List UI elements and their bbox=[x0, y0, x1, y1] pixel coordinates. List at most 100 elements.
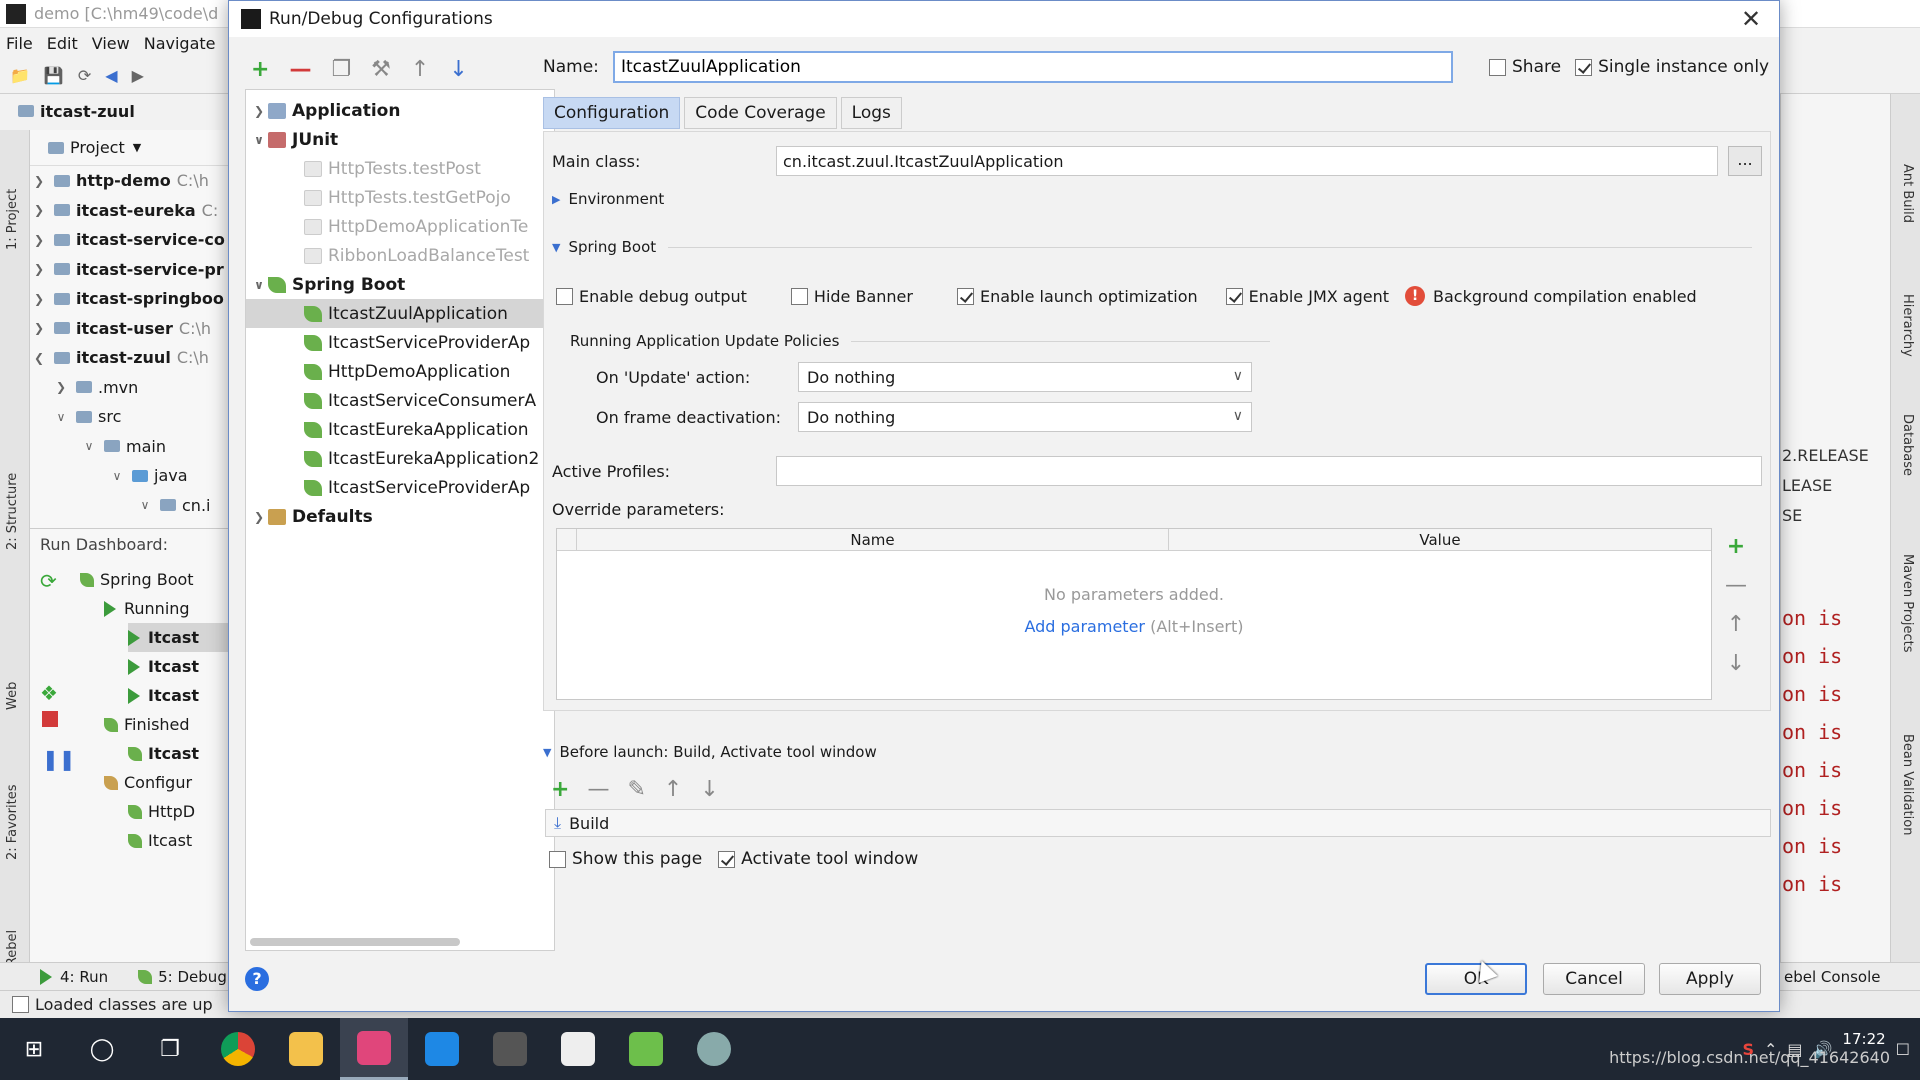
environment-section[interactable]: ▶ Environment bbox=[552, 190, 1752, 208]
copy-config-icon[interactable]: ❐ bbox=[331, 57, 351, 82]
debug-icon[interactable]: ❖ bbox=[40, 681, 58, 705]
single-instance-checkbox[interactable]: Single instance only bbox=[1575, 57, 1769, 77]
back-icon[interactable]: ◀ bbox=[105, 66, 117, 85]
taskbar-app[interactable] bbox=[680, 1018, 748, 1080]
apply-button[interactable]: Apply bbox=[1659, 963, 1761, 995]
column-header-name[interactable]: Name bbox=[577, 529, 1169, 550]
remove-config-icon[interactable]: — bbox=[289, 57, 311, 82]
project-item[interactable]: ❯ itcast-user C:\h bbox=[30, 314, 230, 344]
close-icon[interactable]: ✕ bbox=[1737, 5, 1765, 33]
spring-boot-section[interactable]: ▼ Spring Boot bbox=[552, 238, 1752, 256]
help-icon[interactable]: ? bbox=[245, 967, 269, 991]
tree-horizontal-scrollbar[interactable] bbox=[250, 938, 460, 946]
enable-launch-optimization-checkbox[interactable]: Enable launch optimization bbox=[956, 287, 1198, 306]
forward-icon[interactable]: ▶ bbox=[132, 66, 144, 85]
main-class-input[interactable]: cn.itcast.zuul.ItcastZuulApplication bbox=[776, 146, 1718, 176]
task-view-button[interactable]: ❐ bbox=[136, 1018, 204, 1080]
taskbar-chrome[interactable] bbox=[204, 1018, 272, 1080]
tree-node-config[interactable]: ItcastServiceProviderAp bbox=[304, 328, 530, 357]
tree-node-test[interactable]: RibbonLoadBalanceTest bbox=[304, 241, 529, 270]
add-parameter-link[interactable]: Add parameter bbox=[1024, 617, 1145, 636]
debug-tab[interactable]: 5: Debug bbox=[138, 968, 227, 986]
browse-main-class-button[interactable]: ... bbox=[1728, 146, 1762, 176]
run-dashboard-item[interactable]: Itcast bbox=[128, 739, 199, 768]
notification-icon[interactable]: ☐ bbox=[1896, 1040, 1910, 1059]
active-profiles-input[interactable] bbox=[776, 456, 1762, 486]
save-icon[interactable]: 💾 bbox=[44, 66, 64, 85]
run-dashboard-item[interactable]: Itcast bbox=[128, 652, 199, 681]
tree-node-application[interactable]: ❯ Application bbox=[250, 96, 400, 125]
tab-logs[interactable]: Logs bbox=[840, 97, 902, 129]
taskbar-app[interactable] bbox=[476, 1018, 544, 1080]
tree-node-config[interactable]: ItcastServiceProviderAp bbox=[304, 473, 530, 502]
tool-window-hierarchy[interactable]: Hierarchy bbox=[1900, 294, 1915, 357]
before-launch-section[interactable]: ▼ Before launch: Build, Activate tool wi… bbox=[543, 743, 877, 761]
start-button[interactable]: ⊞ bbox=[0, 1018, 68, 1080]
run-dashboard-item[interactable]: Running bbox=[104, 594, 190, 623]
rerun-icon[interactable]: ⟳ bbox=[40, 569, 57, 593]
menu-file[interactable]: File bbox=[6, 34, 33, 53]
tree-node-config[interactable]: HttpDemoApplication bbox=[304, 357, 510, 386]
add-task-icon[interactable]: + bbox=[551, 777, 569, 802]
name-input[interactable] bbox=[613, 51, 1453, 83]
remove-parameter-icon[interactable]: — bbox=[1725, 573, 1747, 598]
project-item[interactable]: ∨ main bbox=[30, 432, 230, 462]
tool-window-bean-validation[interactable]: Bean Validation bbox=[1900, 734, 1915, 835]
move-down-icon[interactable]: ↓ bbox=[700, 777, 718, 802]
project-item[interactable]: ∨ java bbox=[30, 461, 230, 491]
project-item[interactable]: ❯ http-demo C:\h bbox=[30, 166, 230, 196]
taskbar-intellij[interactable] bbox=[340, 1018, 408, 1080]
jrebel-console-tab[interactable]: ebel Console bbox=[1784, 968, 1880, 986]
tree-node-test[interactable]: HttpTests.testGetPojo bbox=[304, 183, 511, 212]
run-dashboard-item[interactable]: Itcast bbox=[128, 623, 230, 652]
on-update-select[interactable]: Do nothing ∨ bbox=[798, 362, 1252, 392]
run-dashboard-item[interactable]: Configur bbox=[104, 768, 192, 797]
tree-node-selected-config[interactable]: ItcastZuulApplication bbox=[246, 299, 554, 328]
column-header-value[interactable]: Value bbox=[1169, 529, 1711, 550]
open-folder-icon[interactable]: 📁 bbox=[10, 66, 30, 85]
taskbar-app[interactable] bbox=[612, 1018, 680, 1080]
cancel-button[interactable]: Cancel bbox=[1543, 963, 1645, 995]
on-frame-deactivation-select[interactable]: Do nothing ∨ bbox=[798, 402, 1252, 432]
project-item[interactable]: ∨ cn.i bbox=[30, 491, 230, 521]
tool-window-project[interactable]: 1: Project bbox=[5, 189, 20, 250]
add-config-icon[interactable]: + bbox=[251, 57, 269, 82]
sync-icon[interactable]: ⟳ bbox=[78, 66, 91, 85]
search-button[interactable]: ◯ bbox=[68, 1018, 136, 1080]
project-item[interactable]: ❯ itcast-service-pr bbox=[30, 255, 230, 285]
taskbar-app[interactable] bbox=[408, 1018, 476, 1080]
tool-window-web[interactable]: Web bbox=[5, 682, 20, 710]
breadcrumb[interactable]: itcast-zuul bbox=[0, 96, 240, 126]
menu-view[interactable]: View bbox=[92, 34, 130, 53]
tree-node-config[interactable]: ItcastServiceConsumerA bbox=[304, 386, 536, 415]
status-toggle-icon[interactable] bbox=[12, 996, 29, 1013]
move-down-icon[interactable]: ↓ bbox=[449, 57, 467, 82]
enable-debug-output-checkbox[interactable]: Enable debug output bbox=[556, 287, 747, 306]
tool-window-structure[interactable]: 2: Structure bbox=[5, 473, 20, 550]
run-tab[interactable]: 4: Run bbox=[40, 968, 108, 986]
run-dashboard-item[interactable]: Itcast bbox=[128, 681, 199, 710]
move-up-icon[interactable]: ↑ bbox=[1727, 612, 1745, 637]
project-item[interactable]: ❯ itcast-springboo bbox=[30, 284, 230, 314]
move-down-icon[interactable]: ↓ bbox=[1727, 651, 1745, 676]
project-item[interactable]: ❯ itcast-eureka C: bbox=[30, 196, 230, 226]
add-parameter-icon[interactable]: + bbox=[1727, 534, 1745, 559]
tree-node-test[interactable]: HttpDemoApplicationTe bbox=[304, 212, 528, 241]
share-checkbox[interactable]: Share bbox=[1489, 57, 1561, 77]
tab-configuration[interactable]: Configuration bbox=[543, 97, 681, 129]
stop-icon[interactable] bbox=[42, 711, 58, 727]
menu-edit[interactable]: Edit bbox=[47, 34, 78, 53]
tree-node-defaults[interactable]: ❯ Defaults bbox=[250, 502, 373, 531]
project-item[interactable]: ❯ itcast-service-co bbox=[30, 225, 230, 255]
run-dashboard-item[interactable]: Finished bbox=[104, 710, 190, 739]
show-this-page-checkbox[interactable]: Show this page bbox=[549, 849, 702, 869]
move-up-icon[interactable]: ↑ bbox=[664, 777, 682, 802]
project-item[interactable]: ❯ .mvn bbox=[30, 373, 230, 403]
tab-code-coverage[interactable]: Code Coverage bbox=[684, 97, 837, 129]
build-task-row[interactable]: ⤓ Build bbox=[545, 809, 1771, 837]
edit-task-icon[interactable]: ✎ bbox=[627, 777, 645, 802]
tool-window-maven[interactable]: Maven Projects bbox=[1900, 554, 1915, 653]
tree-node-test[interactable]: HttpTests.testPost bbox=[304, 154, 481, 183]
tool-window-ant-build[interactable]: Ant Build bbox=[1900, 164, 1915, 223]
run-dashboard-item[interactable]: Itcast bbox=[128, 826, 192, 855]
